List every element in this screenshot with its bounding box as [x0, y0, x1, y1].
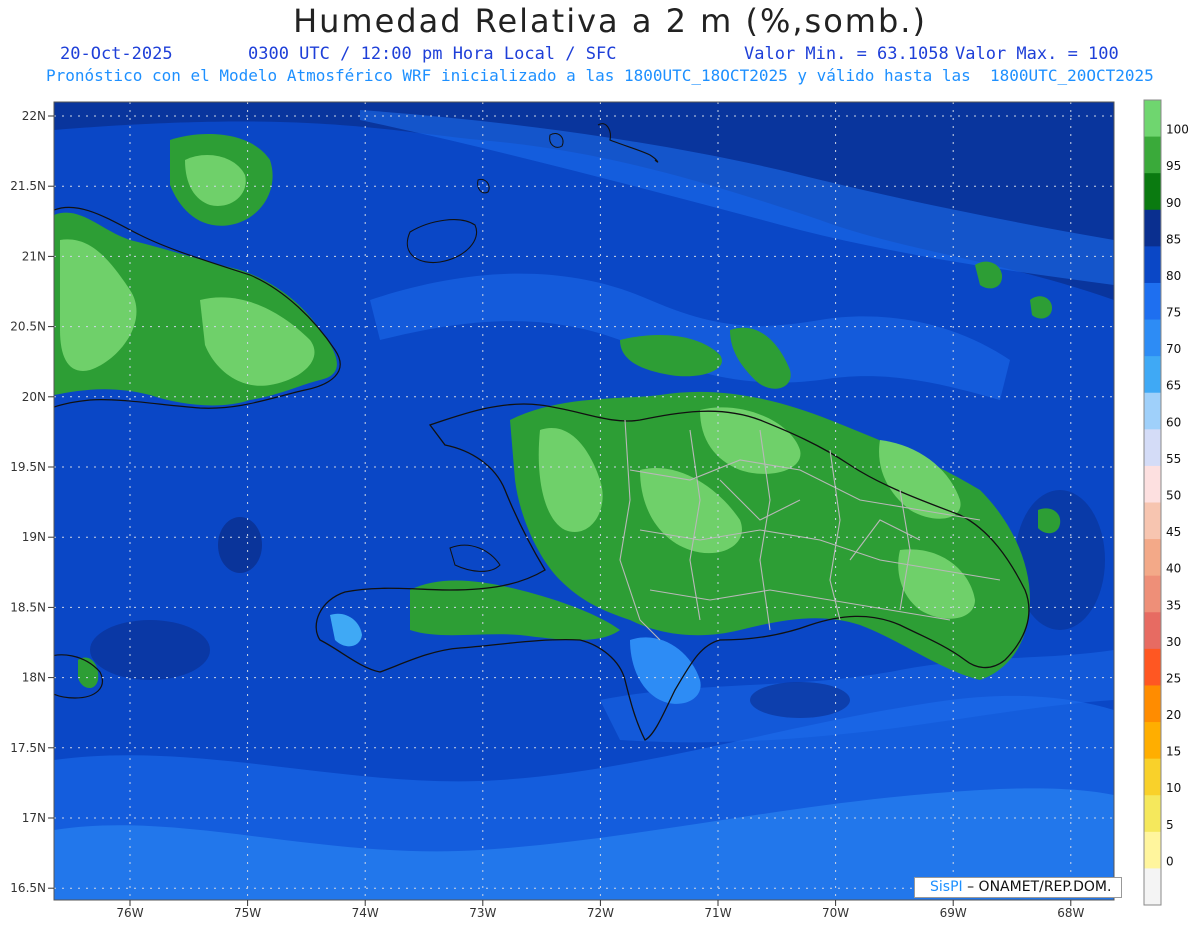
lat-label: 17.5N — [10, 741, 46, 755]
map-field — [54, 102, 1114, 900]
lat-label: 16.5N — [10, 881, 46, 895]
lon-label: 76W — [116, 906, 143, 920]
longitude-labels: 76W 75W 74W 73W 72W 71W 70W 69W 68W — [116, 900, 1084, 920]
colorbar-label: 80 — [1166, 269, 1181, 283]
lat-label: 17N — [22, 811, 46, 825]
colorbar-swatch — [1144, 100, 1161, 138]
colorbar-label: 45 — [1166, 525, 1181, 539]
colorbar-swatch — [1144, 173, 1161, 211]
ocean-dark-patch — [750, 682, 850, 718]
lat-label: 21N — [22, 249, 46, 263]
humidity-map: 22N 21.5N 21N 20.5N 20N 19.5N 19N 18.5N 18N 17.5N… — [10, 99, 1189, 920]
colorbar-label: 25 — [1166, 671, 1181, 685]
colorbar-swatch — [1144, 831, 1161, 869]
lon-label: 72W — [587, 906, 614, 920]
colorbar-swatch — [1144, 209, 1161, 247]
lat-label: 20N — [22, 390, 46, 404]
colorbar-label: 15 — [1166, 745, 1181, 759]
colorbar-swatch — [1144, 539, 1161, 577]
lat-label: 21.5N — [10, 179, 46, 193]
colorbar-label: 40 — [1166, 562, 1181, 576]
colorbar: 1009590858075706560555045403530252015105… — [1143, 99, 1189, 906]
latitude-labels: 22N 21.5N 21N 20.5N 20N 19.5N 19N 18.5N 18N 17.5N… — [10, 109, 54, 895]
lon-label: 74W — [352, 906, 379, 920]
lon-label: 75W — [234, 906, 261, 920]
colorbar-swatch — [1144, 465, 1161, 503]
credit-text: – ONAMET/REP.DOM. — [962, 879, 1112, 895]
colorbar-label: 0 — [1166, 854, 1174, 868]
colorbar-swatch — [1144, 685, 1161, 723]
colorbar-swatch — [1144, 429, 1161, 467]
lat-label: 18N — [22, 671, 46, 685]
lon-label: 69W — [940, 906, 967, 920]
colorbar-swatch — [1144, 648, 1161, 686]
colorbar-label: 70 — [1166, 342, 1181, 356]
lat-label: 19N — [22, 530, 46, 544]
colorbar-label: 100 — [1166, 123, 1189, 137]
sispi-logo: SisPI — [930, 879, 963, 895]
colorbar-label: 5 — [1166, 818, 1174, 832]
colorbar-swatch — [1144, 502, 1161, 540]
colorbar-label: 35 — [1166, 598, 1181, 612]
colorbar-label: 95 — [1166, 159, 1181, 173]
colorbar-swatch — [1144, 246, 1161, 284]
colorbar-label: 20 — [1166, 708, 1181, 722]
lat-label: 18.5N — [10, 600, 46, 614]
colorbar-swatch — [1144, 282, 1161, 321]
colorbar-label: 85 — [1166, 232, 1181, 246]
lon-label: 70W — [822, 906, 849, 920]
colorbar-swatch — [1144, 758, 1161, 796]
colorbar-swatch — [1144, 722, 1161, 760]
lat-label: 22N — [22, 109, 46, 123]
lat-label: 19.5N — [10, 460, 46, 474]
colorbar-swatch — [1144, 795, 1161, 833]
ocean-dark-patch — [90, 620, 210, 680]
colorbar-label: 55 — [1166, 452, 1181, 466]
colorbar-label: 65 — [1166, 379, 1181, 393]
colorbar-label: 50 — [1166, 489, 1181, 503]
colorbar-swatch — [1144, 136, 1161, 174]
colorbar-label: 90 — [1166, 196, 1181, 210]
ocean-dark-patch — [218, 517, 262, 573]
colorbar-swatch — [1144, 392, 1161, 430]
lon-label: 73W — [469, 906, 496, 920]
colorbar-label: 60 — [1166, 415, 1181, 429]
lat-label: 20.5N — [10, 320, 46, 334]
colorbar-label: 10 — [1166, 781, 1181, 795]
colorbar-label: 30 — [1166, 635, 1181, 649]
credit-box: SisPI – ONAMET/REP.DOM. — [914, 877, 1122, 898]
colorbar-swatch — [1144, 868, 1161, 906]
colorbar-swatch — [1144, 319, 1161, 357]
colorbar-swatch — [1144, 575, 1161, 613]
lon-label: 68W — [1057, 906, 1084, 920]
colorbar-swatch — [1144, 356, 1161, 394]
colorbar-swatch — [1144, 612, 1161, 650]
colorbar-label: 75 — [1166, 306, 1181, 320]
lon-label: 71W — [704, 906, 731, 920]
